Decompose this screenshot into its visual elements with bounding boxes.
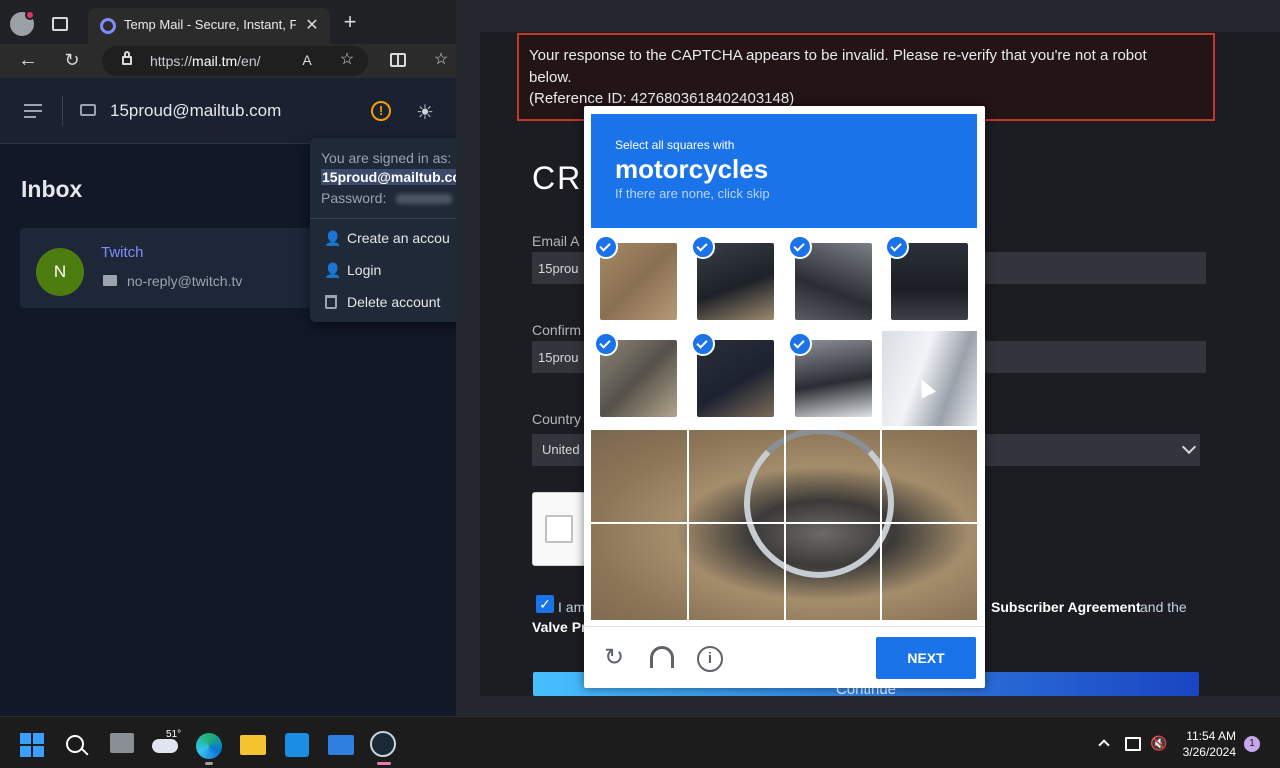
refresh-icon[interactable]: ↻ bbox=[62, 51, 82, 69]
audio-challenge-icon[interactable] bbox=[650, 646, 674, 668]
file-explorer-icon[interactable] bbox=[240, 735, 266, 755]
captcha-tile[interactable] bbox=[688, 428, 784, 522]
address-toolbar: ← ↻ https://mail.tm/en/ A ☆ ☆ bbox=[0, 44, 456, 78]
captcha-target-text: motorcycles bbox=[615, 154, 769, 184]
mail-browser-window: Temp Mail - Secure, Instant, Fast ✕ + ← … bbox=[0, 0, 456, 716]
sender-name: Twitch bbox=[101, 244, 144, 261]
email-field-value: 15prou bbox=[538, 261, 579, 276]
agree-text-start: I am bbox=[558, 599, 586, 615]
steam-app-icon[interactable] bbox=[370, 731, 396, 757]
tile-selected-check-icon bbox=[594, 235, 618, 259]
envelope-icon bbox=[103, 275, 117, 286]
clock-date[interactable]: 3/26/2024 bbox=[1166, 745, 1236, 759]
captcha-tile[interactable] bbox=[591, 524, 687, 620]
inbox-title: Inbox bbox=[21, 176, 83, 202]
tab-title: Temp Mail - Secure, Instant, Fast bbox=[124, 17, 296, 32]
captcha-tile[interactable] bbox=[591, 428, 687, 522]
privacy-policy-link[interactable]: Valve Pr bbox=[532, 619, 587, 635]
weather-temperature: 51° bbox=[166, 729, 182, 740]
tile-selected-check-icon bbox=[788, 235, 812, 259]
favorite-star-icon[interactable]: ☆ bbox=[338, 52, 356, 68]
new-tab-icon[interactable]: + bbox=[340, 11, 360, 33]
microsoft-store-icon[interactable] bbox=[285, 733, 309, 757]
network-icon[interactable] bbox=[1125, 737, 1141, 751]
password-label: Password: bbox=[321, 190, 387, 206]
country-value: United bbox=[542, 442, 580, 457]
captcha-instruction-text: Select all squares with bbox=[615, 138, 735, 152]
login-item[interactable]: 👤 Login bbox=[310, 256, 456, 286]
theme-sun-icon[interactable]: ☀ bbox=[414, 100, 436, 125]
sender-avatar: N bbox=[36, 248, 84, 296]
user-icon: 👤 bbox=[324, 262, 342, 278]
delete-account-item[interactable]: Delete account bbox=[310, 288, 456, 318]
mailtm-favicon-icon bbox=[100, 18, 116, 34]
weather-icon[interactable] bbox=[152, 739, 178, 753]
edge-browser-icon[interactable] bbox=[196, 733, 222, 759]
sender-address: no-reply@twitch.tv bbox=[127, 273, 243, 289]
mail-app-icon[interactable] bbox=[328, 735, 354, 755]
account-menu: You are signed in as: 15proud@mailtub.co… bbox=[310, 138, 456, 322]
tile-selected-check-icon bbox=[885, 235, 909, 259]
captcha-next-button[interactable]: NEXT bbox=[876, 637, 976, 679]
signed-in-label: You are signed in as: bbox=[321, 150, 452, 166]
reload-challenge-icon[interactable]: ↻ bbox=[602, 646, 626, 670]
windows-taskbar: 51° 🔇 11:54 AM 3/26/2024 1 bbox=[0, 716, 1280, 768]
captcha-tile[interactable] bbox=[881, 428, 977, 522]
tab-actions-icon[interactable] bbox=[52, 17, 68, 31]
warning-icon[interactable]: ! bbox=[371, 101, 391, 121]
add-user-icon: 👤 bbox=[324, 230, 342, 246]
envelope-icon bbox=[80, 104, 96, 116]
tile-selected-check-icon bbox=[691, 235, 715, 259]
start-windows-icon[interactable] bbox=[20, 733, 44, 757]
info-icon[interactable]: i bbox=[697, 646, 723, 672]
address-bar[interactable]: https://mail.tm/en/ A ☆ bbox=[102, 46, 368, 76]
captcha-instructions: Select all squares with motorcycles If t… bbox=[591, 114, 977, 228]
agree-text-mid: and the bbox=[1140, 599, 1187, 615]
confirm-email-value: 15prou bbox=[538, 350, 579, 365]
account-email[interactable]: 15proud@mailtub.com bbox=[110, 101, 281, 121]
tab-temp-mail[interactable]: Temp Mail - Secure, Instant, Fast ✕ bbox=[88, 8, 330, 44]
message-list-item[interactable]: N Twitch no-reply@twitch.tv bbox=[20, 228, 320, 308]
captcha-tile[interactable] bbox=[688, 524, 784, 620]
trash-icon bbox=[325, 295, 337, 309]
task-view-icon[interactable] bbox=[110, 733, 134, 753]
show-hidden-icons-chevron-icon[interactable] bbox=[1098, 739, 1110, 751]
captcha-hint-text: If there are none, click skip bbox=[615, 186, 770, 201]
menu-icon[interactable] bbox=[24, 104, 42, 118]
agree-checkbox[interactable]: ✓ bbox=[536, 595, 554, 613]
tile-selected-check-icon bbox=[594, 332, 618, 356]
country-label: Country bbox=[532, 411, 582, 427]
split-screen-icon[interactable] bbox=[390, 53, 406, 67]
captcha-challenge: Select all squares with motorcycles If t… bbox=[584, 106, 985, 688]
confirm-email-label: Confirm bbox=[532, 322, 582, 338]
profile-avatar-icon[interactable] bbox=[10, 10, 35, 36]
read-aloud-icon[interactable]: A bbox=[298, 52, 316, 68]
tab-bar: Temp Mail - Secure, Instant, Fast ✕ + bbox=[0, 0, 456, 44]
subscriber-agreement-link[interactable]: Subscriber Agreement bbox=[991, 599, 1141, 615]
url-text: https://mail.tm/en/ bbox=[150, 53, 261, 69]
captcha-tile[interactable] bbox=[785, 428, 881, 522]
email-label: Email A bbox=[532, 233, 580, 249]
tile-selected-check-icon bbox=[788, 332, 812, 356]
back-icon[interactable]: ← bbox=[18, 50, 38, 70]
notification-badge[interactable]: 1 bbox=[1244, 736, 1260, 752]
password-value-blurred bbox=[396, 194, 452, 204]
volume-muted-icon[interactable]: 🔇 bbox=[1150, 735, 1167, 752]
mail-header: 15proud@mailtub.com ! ☀ bbox=[0, 78, 456, 144]
captcha-tile[interactable] bbox=[881, 524, 977, 620]
favorites-icon[interactable]: ☆ bbox=[432, 52, 450, 68]
lock-icon bbox=[122, 56, 132, 65]
captcha-tile[interactable] bbox=[785, 524, 881, 620]
recaptcha-checkbox[interactable] bbox=[545, 515, 573, 543]
tab-close-icon[interactable]: ✕ bbox=[304, 18, 320, 34]
tile-selected-check-icon bbox=[691, 332, 715, 356]
signed-in-email: 15proud@mailtub.co bbox=[321, 169, 456, 185]
clock-time[interactable]: 11:54 AM bbox=[1166, 729, 1236, 743]
create-account-item[interactable]: 👤 Create an accou bbox=[310, 224, 456, 254]
